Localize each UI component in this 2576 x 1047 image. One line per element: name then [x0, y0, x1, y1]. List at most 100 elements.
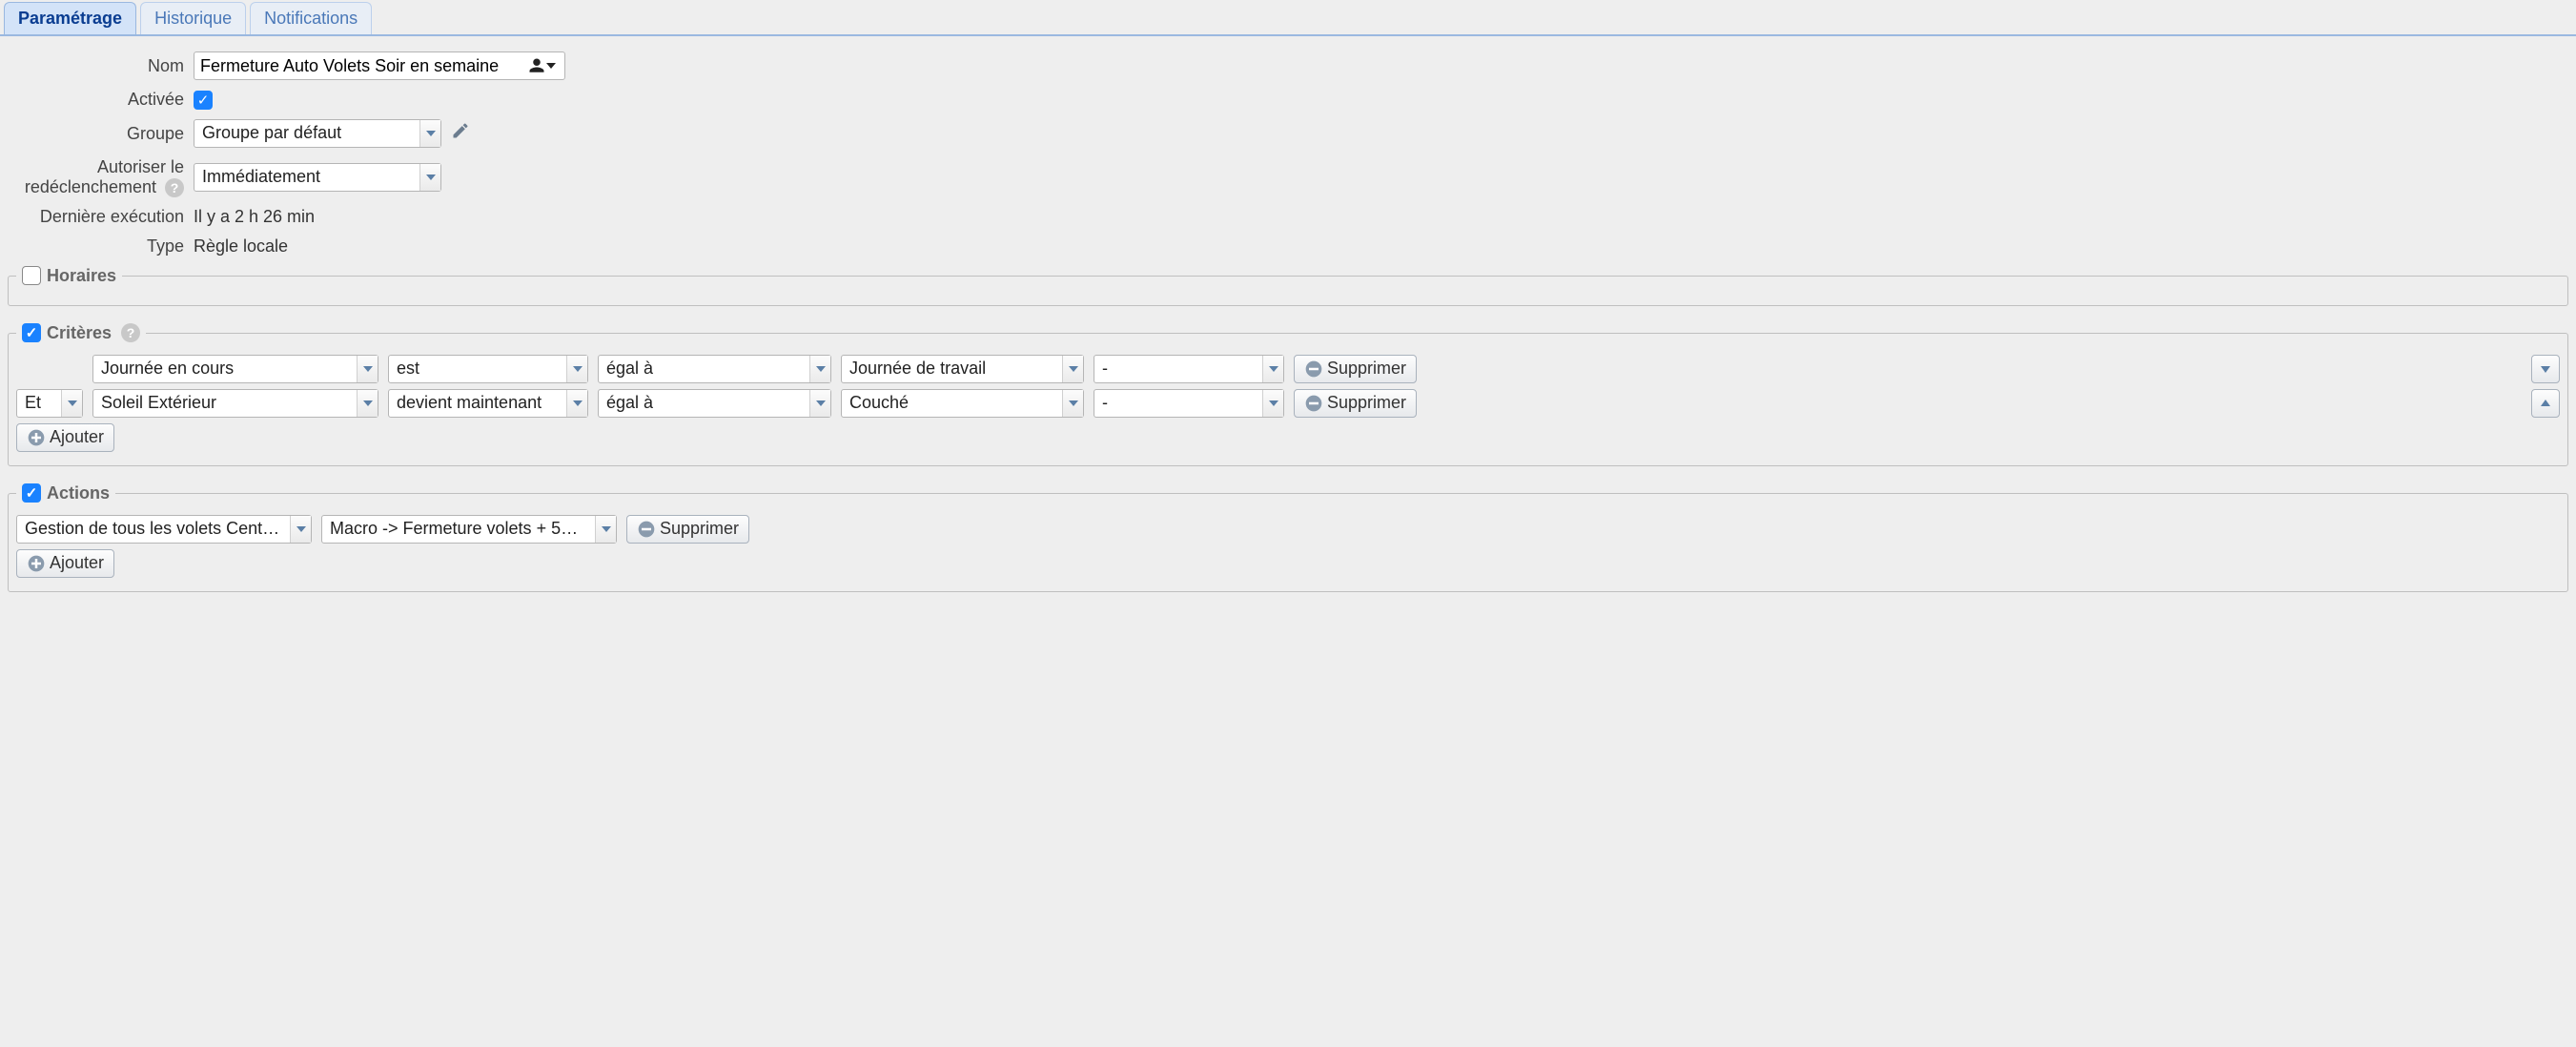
supprimer-button[interactable]: Supprimer [1294, 389, 1417, 418]
action-macro-select[interactable]: Macro -> Fermeture volets + 55mn [321, 515, 617, 544]
groupe-value: Groupe par défaut [194, 120, 419, 147]
action-row: Gestion de tous les volets Centralis Mac… [16, 515, 2560, 544]
triangle-down-icon [2539, 362, 2552, 376]
move-up-button[interactable] [2531, 389, 2560, 418]
supprimer-button[interactable]: Supprimer [1294, 355, 1417, 383]
plus-circle-icon [27, 428, 46, 447]
critere-col5-value: - [1094, 356, 1262, 382]
actions-title: Actions [47, 483, 110, 503]
critere-op-select[interactable]: Et [16, 389, 83, 418]
criteres-legend: ✓ Critères ? [16, 323, 146, 343]
tab-bar: Paramétrage Historique Notifications [0, 0, 2576, 36]
autoriser-label-line2: redéclenchement [25, 177, 156, 196]
ajouter-action-button[interactable]: Ajouter [16, 549, 114, 578]
actions-checkbox[interactable]: ✓ [22, 483, 41, 503]
minus-circle-icon [1304, 359, 1323, 379]
ajouter-label: Ajouter [50, 553, 104, 573]
ajouter-label: Ajouter [50, 427, 104, 447]
tab-historique[interactable]: Historique [140, 2, 246, 34]
supprimer-label: Supprimer [1327, 393, 1406, 413]
tab-notifications-label: Notifications [264, 9, 358, 28]
critere-row: Journée en cours est égal à Journée de t… [16, 355, 2560, 383]
critere-col4-select[interactable]: Journée de travail [841, 355, 1084, 383]
critere-col3-value: égal à [599, 356, 809, 382]
chevron-down-icon [296, 526, 306, 532]
derniere-exec-value: Il y a 2 h 26 min [194, 207, 315, 227]
critere-col5-select[interactable]: - [1094, 389, 1284, 418]
chevron-down-icon [573, 400, 583, 406]
critere-col2-value: est [389, 356, 566, 382]
critere-col2-select[interactable]: est [388, 355, 588, 383]
autoriser-label-line1: Autoriser le [97, 157, 184, 176]
action-macro-value: Macro -> Fermeture volets + 55mn [322, 516, 595, 543]
criteres-section: ✓ Critères ? Journée en cours est égal à… [8, 323, 2568, 466]
user-picker-button[interactable] [522, 54, 562, 77]
critere-col4-value: Journée de travail [842, 356, 1062, 382]
chevron-down-icon [546, 63, 556, 69]
activee-checkbox[interactable]: ✓ [194, 91, 213, 110]
critere-col1-select[interactable]: Soleil Extérieur [92, 389, 378, 418]
critere-col3-select[interactable]: égal à [598, 355, 831, 383]
ajouter-critere-button[interactable]: Ajouter [16, 423, 114, 452]
criteres-checkbox[interactable]: ✓ [22, 323, 41, 342]
chevron-down-icon [1069, 400, 1078, 406]
chevron-down-icon [363, 400, 373, 406]
help-icon[interactable]: ? [121, 323, 140, 342]
minus-circle-icon [1304, 394, 1323, 413]
critere-col3-select[interactable]: égal à [598, 389, 831, 418]
action-target-value: Gestion de tous les volets Centralis [17, 516, 290, 543]
groupe-select[interactable]: Groupe par défaut [194, 119, 441, 148]
groupe-label: Groupe [8, 124, 194, 144]
criteres-title: Critères [47, 323, 112, 343]
critere-col4-value: Couché [842, 390, 1062, 417]
chevron-down-icon [1069, 366, 1078, 372]
chevron-down-icon [68, 400, 77, 406]
person-icon [528, 57, 545, 74]
chevron-down-icon [816, 366, 826, 372]
move-down-button[interactable] [2531, 355, 2560, 383]
autoriser-label: Autoriser le redéclenchement ? [8, 157, 194, 197]
chevron-down-icon [816, 400, 826, 406]
critere-col1-value: Soleil Extérieur [93, 390, 357, 417]
horaires-checkbox[interactable] [22, 266, 41, 285]
derniere-exec-label: Dernière exécution [8, 207, 194, 227]
chevron-down-icon [363, 366, 373, 372]
supprimer-label: Supprimer [1327, 359, 1406, 379]
chevron-down-icon [602, 526, 611, 532]
activee-label: Activée [8, 90, 194, 110]
type-label: Type [8, 236, 194, 257]
critere-col3-value: égal à [599, 390, 809, 417]
tab-notifications[interactable]: Notifications [250, 2, 372, 34]
triangle-up-icon [2539, 397, 2552, 410]
critere-col1-value: Journée en cours [93, 356, 357, 382]
actions-legend: ✓ Actions [16, 483, 115, 503]
tab-parametrage-label: Paramétrage [18, 9, 122, 28]
tab-parametrage[interactable]: Paramétrage [4, 2, 136, 34]
critere-col1-select[interactable]: Journée en cours [92, 355, 378, 383]
critere-col5-value: - [1094, 390, 1262, 417]
supprimer-label: Supprimer [660, 519, 739, 539]
chevron-down-icon [426, 131, 436, 136]
type-value: Règle locale [194, 236, 288, 257]
actions-section: ✓ Actions Gestion de tous les volets Cen… [8, 483, 2568, 592]
critere-op-value: Et [17, 390, 61, 417]
parametrage-panel: Nom Activée ✓ Groupe Groupe par défaut [0, 36, 2576, 625]
critere-col5-select[interactable]: - [1094, 355, 1284, 383]
horaires-section: Horaires [8, 266, 2568, 306]
autoriser-value: Immédiatement [194, 164, 419, 191]
edit-groupe-button[interactable] [447, 119, 474, 148]
critere-col2-select[interactable]: devient maintenant [388, 389, 588, 418]
autoriser-select[interactable]: Immédiatement [194, 163, 441, 192]
action-target-select[interactable]: Gestion de tous les volets Centralis [16, 515, 312, 544]
critere-row: Et Soleil Extérieur devient maintenant é… [16, 389, 2560, 418]
nom-label: Nom [8, 56, 194, 76]
nom-input[interactable] [194, 51, 565, 80]
help-icon[interactable]: ? [165, 178, 184, 197]
chevron-down-icon [426, 174, 436, 180]
horaires-title: Horaires [47, 266, 116, 286]
supprimer-action-button[interactable]: Supprimer [626, 515, 749, 544]
chevron-down-icon [1269, 366, 1278, 372]
critere-col4-select[interactable]: Couché [841, 389, 1084, 418]
plus-circle-icon [27, 554, 46, 573]
horaires-legend: Horaires [16, 266, 122, 286]
